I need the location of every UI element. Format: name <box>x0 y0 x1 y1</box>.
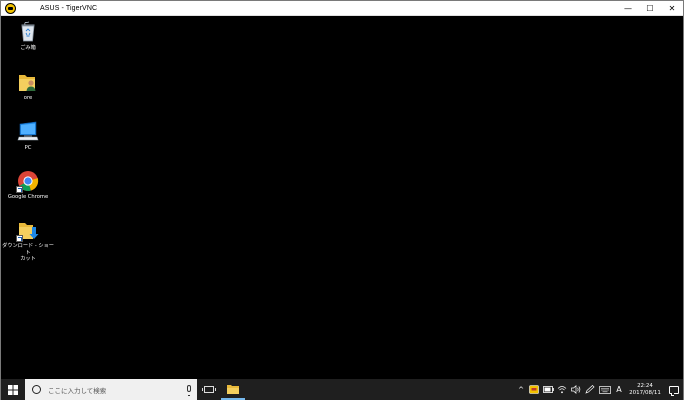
maximize-button[interactable]: ☐ <box>639 1 661 16</box>
windows-logo-icon <box>8 384 18 395</box>
user-folder-icon <box>17 71 39 93</box>
desktop-item-label: ダウンロード - ショート カット <box>2 243 54 262</box>
cortana-icon <box>32 385 41 394</box>
battery-button[interactable] <box>541 379 555 400</box>
show-hidden-icons-button[interactable]: ^ <box>515 379 527 400</box>
search-placeholder: ここに入力して検索 <box>48 386 107 395</box>
clock[interactable]: 22:24 2017/08/11 <box>625 379 665 400</box>
clock-date: 2017/08/11 <box>629 389 661 396</box>
tray-app-button[interactable] <box>527 379 541 400</box>
file-explorer-button[interactable] <box>221 379 245 400</box>
shortcut-arrow-icon <box>16 235 23 242</box>
title-bar[interactable]: ASUS - TigerVNC — ☐ ✕ <box>1 1 683 16</box>
action-center-button[interactable] <box>665 379 683 400</box>
system-tray: ^ A 22:24 2017/08/11 <box>515 379 683 400</box>
window-title: ASUS - TigerVNC <box>40 4 98 12</box>
search-box[interactable]: ここに入力して検索 <box>25 379 197 400</box>
tigervnc-icon[interactable] <box>5 2 16 14</box>
clock-time: 22:24 <box>637 382 653 389</box>
task-view-icon <box>202 386 216 393</box>
desktop-item-downloads-shortcut[interactable]: ダウンロード - ショート カット <box>1 219 55 263</box>
network-button[interactable] <box>555 379 569 400</box>
tigervnc-tray-icon <box>529 385 539 394</box>
desktop[interactable]: ごみ箱 ore PC Google Chrome ダウンロード - ショート カ… <box>1 17 683 379</box>
desktop-item-label: ごみ箱 <box>20 45 36 51</box>
chevron-up-icon: ^ <box>518 385 524 394</box>
microphone-icon[interactable] <box>187 385 191 396</box>
computer-icon <box>17 121 39 143</box>
desktop-item-pc[interactable]: PC <box>1 121 55 152</box>
ime-mode-indicator[interactable]: A <box>613 379 625 400</box>
desktop-item-google-chrome[interactable]: Google Chrome <box>1 170 55 201</box>
touch-keyboard-button[interactable] <box>597 379 613 400</box>
window-controls: — ☐ ✕ <box>617 1 683 16</box>
keyboard-icon <box>599 385 611 394</box>
battery-icon <box>542 386 554 393</box>
minimize-button[interactable]: — <box>617 1 639 16</box>
recycle-bin-icon <box>17 21 39 43</box>
desktop-item-label: PC <box>24 145 32 151</box>
desktop-item-label: ore <box>23 95 33 101</box>
vnc-window: ASUS - TigerVNC — ☐ ✕ ごみ箱 ore PC Google … <box>0 0 684 400</box>
desktop-item-recycle-bin[interactable]: ごみ箱 <box>1 21 55 52</box>
start-button[interactable] <box>1 379 25 400</box>
volume-button[interactable] <box>569 379 583 400</box>
desktop-item-label: Google Chrome <box>7 194 49 200</box>
pen-icon <box>585 385 595 394</box>
speaker-icon <box>571 385 581 394</box>
task-view-button[interactable] <box>197 379 221 400</box>
desktop-item-user-folder[interactable]: ore <box>1 71 55 102</box>
chrome-icon <box>16 170 39 193</box>
taskbar: ここに入力して検索 ^ A 22:24 2017/08/11 <box>1 379 683 400</box>
shortcut-arrow-icon <box>16 186 23 193</box>
folder-icon <box>227 384 239 394</box>
close-button[interactable]: ✕ <box>661 1 683 16</box>
notification-icon <box>669 385 679 396</box>
downloads-folder-icon <box>16 219 39 242</box>
pen-workspace-button[interactable] <box>583 379 597 400</box>
wifi-icon <box>557 386 567 394</box>
